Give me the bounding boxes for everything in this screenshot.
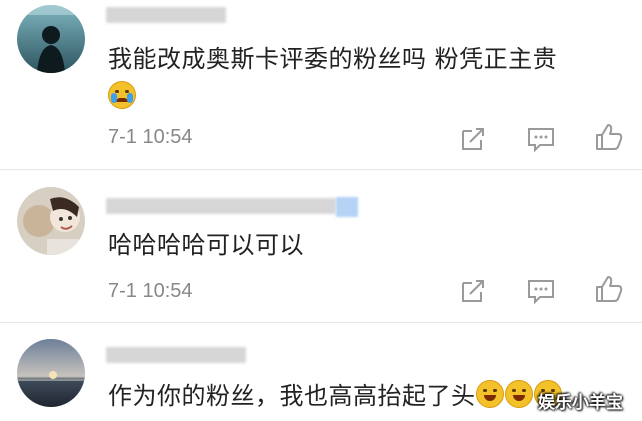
laughing-face-emoji xyxy=(475,380,504,408)
username-blurred xyxy=(106,347,246,363)
comment-2: 哈哈哈哈可以可以 7-1 10:54 xyxy=(0,170,642,320)
share-icon xyxy=(462,280,484,302)
comment-button[interactable] xyxy=(526,276,556,306)
share-button[interactable] xyxy=(458,276,488,306)
avatar[interactable] xyxy=(17,5,85,73)
comment-button[interactable] xyxy=(526,124,556,154)
comment-text: 作为你的粉丝，我也高高抬起了头 xyxy=(108,379,563,413)
comment-time: 7-1 10:54 xyxy=(108,126,193,148)
like-icon xyxy=(596,276,623,302)
username-blurred xyxy=(106,198,336,214)
comment-text: 我能改成奥斯卡评委的粉丝吗 粉凭正主贵 xyxy=(108,45,558,73)
share-icon xyxy=(462,128,484,150)
avatar[interactable] xyxy=(17,187,85,255)
avatar[interactable] xyxy=(17,339,85,407)
comment-icon xyxy=(528,280,554,305)
username-badge xyxy=(336,197,358,217)
comment-icon xyxy=(528,128,554,153)
comment-time: 7-1 10:54 xyxy=(108,280,193,302)
like-button[interactable] xyxy=(594,122,624,152)
comment-text: 哈哈哈哈可以可以 xyxy=(108,231,304,259)
like-icon xyxy=(596,124,623,150)
watermark: 娱乐小羊宝 xyxy=(538,393,623,413)
like-button[interactable] xyxy=(594,274,624,304)
username-blurred xyxy=(106,7,226,23)
crying-face-emoji xyxy=(108,81,136,109)
laughing-face-emoji xyxy=(504,380,533,408)
share-button[interactable] xyxy=(458,124,488,154)
comment-1: 我能改成奥斯卡评委的粉丝吗 粉凭正主贵 7-1 10:54 xyxy=(0,0,642,170)
crying-emoji-line xyxy=(108,80,137,114)
